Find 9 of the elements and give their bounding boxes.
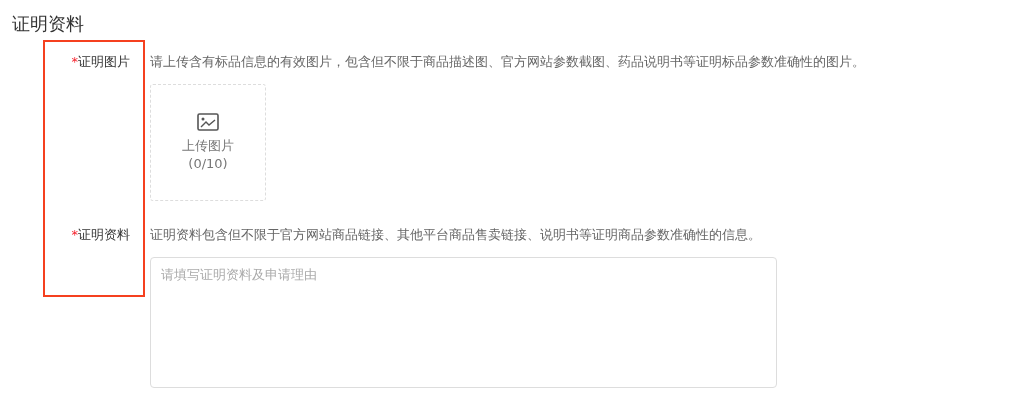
- upload-label: 上传图片 (0/10): [182, 136, 234, 173]
- section-title: 证明资料: [12, 12, 85, 36]
- field-hint: 证明资料包含但不限于官方网站商品链接、其他平台商品售卖链接、说明书等证明商品参数准确性的信息。: [150, 226, 761, 244]
- image-icon: [197, 112, 219, 131]
- upload-button[interactable]: 上传图片 (0/10): [150, 84, 266, 201]
- field-hint: 请上传含有标品信息的有效图片，包含但不限于商品描述图、官方网站参数截图、药品说明书等证明标品参数准确性的图片。: [150, 53, 865, 71]
- field-label: *证明图片: [70, 53, 130, 71]
- field-label: *证明资料: [70, 226, 130, 244]
- input-field[interactable]: 请填写证明资料及申请理由: [150, 257, 777, 388]
